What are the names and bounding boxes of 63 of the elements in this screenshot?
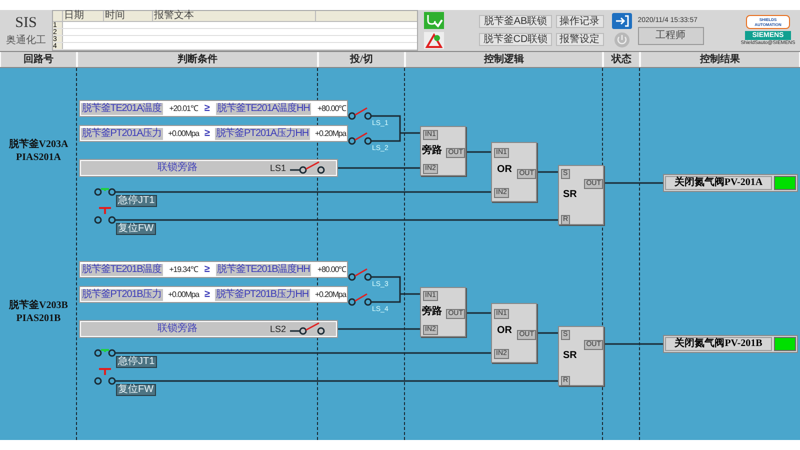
command-button[interactable]: 报警设定	[556, 33, 604, 46]
limit-label: 脱苄釜PT201B压力HH	[214, 288, 310, 300]
limit-value: +0.20Mpa	[314, 130, 346, 138]
column-header: 状态	[603, 52, 640, 67]
column-header: 日期	[63, 11, 104, 21]
reset-label: 复位FW	[116, 384, 156, 396]
block-title: OR	[497, 326, 512, 336]
limit-label: 脱苄釜TE201B温度HH	[216, 264, 311, 276]
result-label: 关闭氮气阀PV-201A	[665, 176, 772, 190]
result-label: 关闭氮气阀PV-201B	[665, 337, 772, 351]
block-title: 旁路	[422, 146, 442, 156]
operator-sign: ≥	[204, 264, 210, 274]
wire-line	[466, 151, 491, 153]
column-header: 判断条件	[77, 52, 318, 67]
column-header: 时间	[104, 11, 153, 21]
wire-line	[537, 171, 558, 173]
sensor-value: +20.01℃	[169, 104, 198, 112]
status-ok-icon	[424, 12, 444, 29]
wire-line	[537, 332, 558, 334]
sensor-value: +0.00Mpa	[168, 130, 199, 138]
estop-label: 急停JT1	[116, 195, 157, 207]
command-button[interactable]: 脱苄釜CD联锁	[479, 33, 552, 46]
command-button[interactable]: 操作记录	[556, 15, 604, 28]
system-title: SIS	[15, 16, 37, 30]
company-name: 奥通化工	[6, 36, 46, 46]
limit-label: 脱苄釜PT201A压力HH	[214, 128, 310, 140]
sensor-label: 脱苄釜PT201B压力	[81, 288, 163, 300]
loop-tag: PIAS201A	[16, 151, 61, 164]
block-title: SR	[563, 190, 577, 200]
command-button[interactable]: 脱苄釜AB联锁	[479, 15, 552, 28]
bypass-label: 联锁旁路	[156, 324, 198, 334]
limit-value: +80.00℃	[317, 104, 346, 112]
block-title: SR	[563, 351, 577, 361]
login-icon[interactable]	[612, 13, 632, 29]
sensor-label: 脱苄釜TE201A温度	[81, 102, 163, 114]
user-field: 工程师	[638, 26, 704, 44]
bypass-tag: LS2	[270, 324, 286, 334]
loop-tag: PIAS201B	[16, 312, 61, 325]
column-header: 控制逻辑	[405, 52, 603, 67]
column-header: 回路号	[0, 52, 77, 67]
bypass-label: 联锁旁路	[156, 163, 198, 173]
loop-name: 脱苄釜V203B	[9, 299, 68, 312]
warning-icon	[424, 32, 444, 49]
operator-sign: ≥	[204, 290, 210, 300]
sensor-value: +19.34℃	[169, 266, 198, 274]
bypass-tag: LS1	[270, 164, 286, 172]
sensor-label: 脱苄釜PT201A压力	[81, 128, 163, 140]
limit-value: +80.00℃	[317, 266, 346, 274]
block-title: OR	[497, 165, 512, 175]
operator-sign: ≥	[204, 104, 210, 114]
estop-label: 急停JT1	[116, 356, 157, 368]
loop-name: 脱苄釜V203A	[8, 138, 68, 151]
limit-label: 脱苄釜TE201A温度HH	[216, 102, 311, 114]
column-header: 投/切	[318, 52, 405, 67]
wire-line	[466, 312, 491, 314]
reset-label: 复位FW	[116, 223, 156, 235]
block-title: 旁路	[422, 307, 442, 317]
column-header: 报警文本	[153, 11, 316, 21]
sensor-value: +0.00Mpa	[168, 290, 199, 298]
limit-value: +0.20Mpa	[314, 290, 346, 298]
sensor-label: 脱苄釜TE201B温度	[81, 264, 163, 276]
operator-sign: ≥	[204, 128, 210, 138]
column-header: 控制结果	[640, 52, 800, 67]
